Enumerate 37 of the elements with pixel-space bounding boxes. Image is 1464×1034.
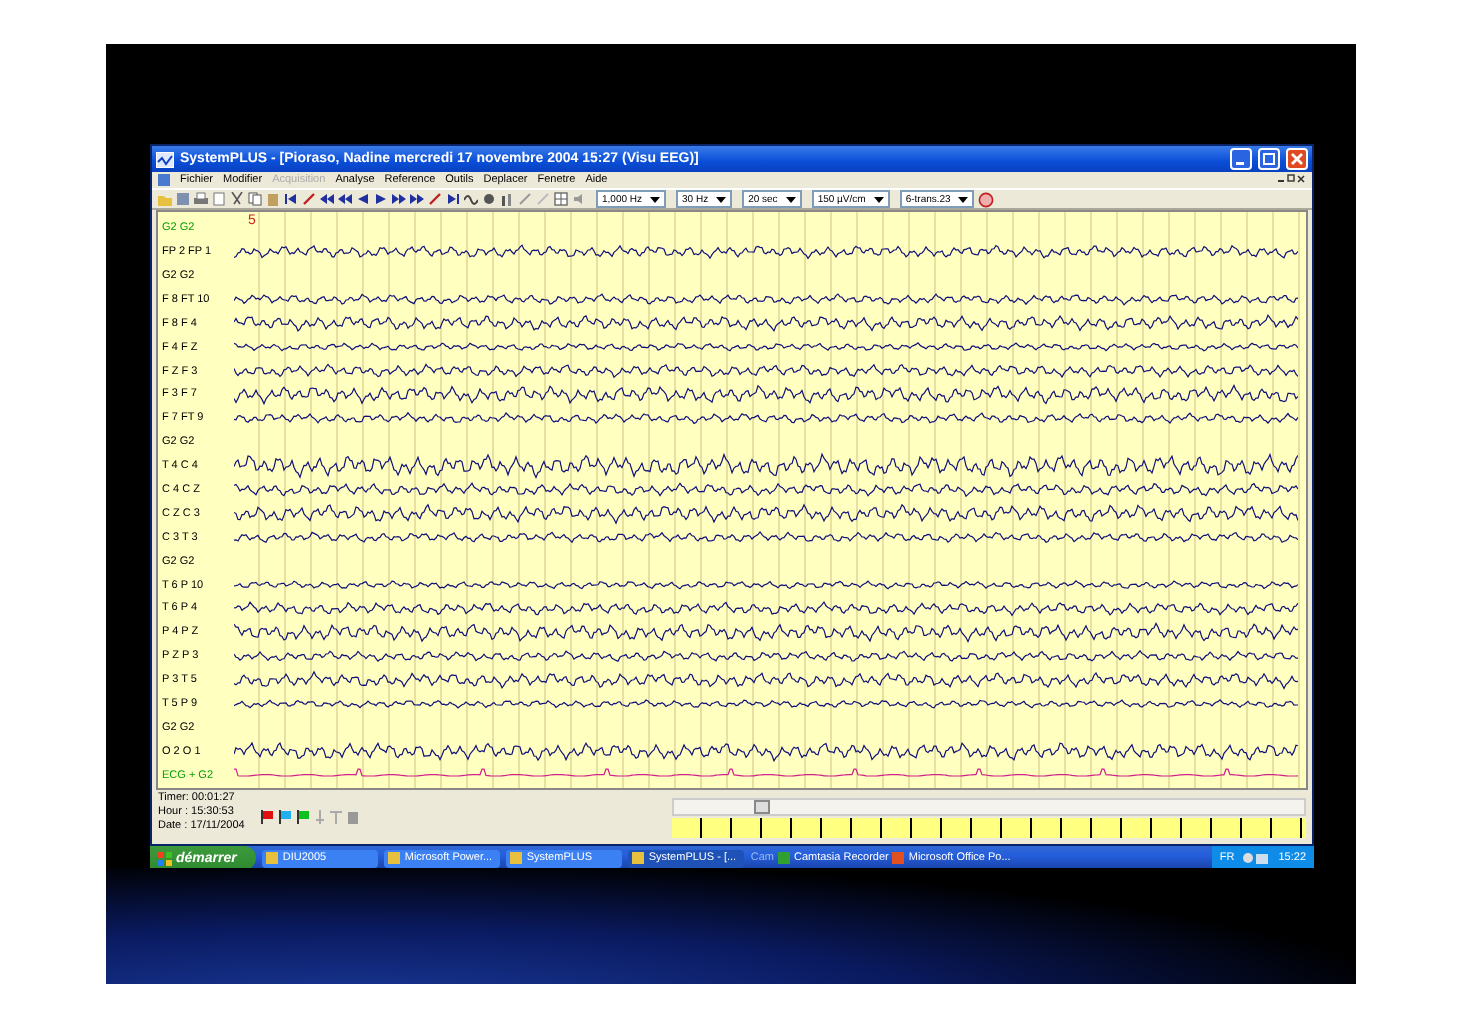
fast-forward-icon[interactable]: [392, 192, 406, 207]
caret-icon: [650, 195, 661, 204]
play-icon[interactable]: [374, 192, 388, 207]
close-button[interactable]: [1286, 148, 1308, 171]
close-icon: [1290, 152, 1304, 167]
rewind-icon[interactable]: [338, 192, 352, 207]
timeline-strip[interactable]: [672, 818, 1306, 839]
flag-icon[interactable]: [278, 810, 292, 825]
flag-icon[interactable]: [260, 810, 274, 825]
chart-icon[interactable]: [500, 192, 514, 207]
minimize-button[interactable]: [1230, 148, 1252, 171]
pen-icon[interactable]: [302, 192, 316, 207]
wave-icon[interactable]: [464, 192, 478, 207]
rewind-icon[interactable]: [320, 192, 334, 207]
maximize-button[interactable]: [1258, 148, 1280, 171]
caret-icon: [873, 195, 884, 204]
skip-end-icon[interactable]: [446, 192, 460, 207]
scissors-icon[interactable]: [230, 192, 244, 207]
maximize-icon: [1262, 152, 1276, 167]
print-icon[interactable]: [194, 192, 208, 207]
caret-icon: [958, 195, 969, 204]
pen-icon[interactable]: [428, 192, 442, 207]
copy-icon[interactable]: [248, 192, 262, 207]
child-window-controls-icon[interactable]: [1278, 174, 1306, 187]
stop-icon[interactable]: [978, 191, 995, 208]
caret-icon: [785, 195, 796, 204]
grid-icon[interactable]: [554, 192, 568, 207]
skip-start-icon[interactable]: [284, 192, 298, 207]
flag-icon[interactable]: [296, 810, 310, 825]
app-icon: [156, 151, 174, 168]
tray-icons[interactable]: [1242, 852, 1271, 864]
windows-logo-icon: [158, 851, 172, 865]
scrollbar[interactable]: [672, 798, 1306, 817]
fast-forward-icon[interactable]: [410, 192, 424, 207]
caret-icon: [716, 195, 727, 204]
scroll-thumb[interactable]: [754, 800, 770, 815]
play-back-icon[interactable]: [356, 192, 370, 207]
